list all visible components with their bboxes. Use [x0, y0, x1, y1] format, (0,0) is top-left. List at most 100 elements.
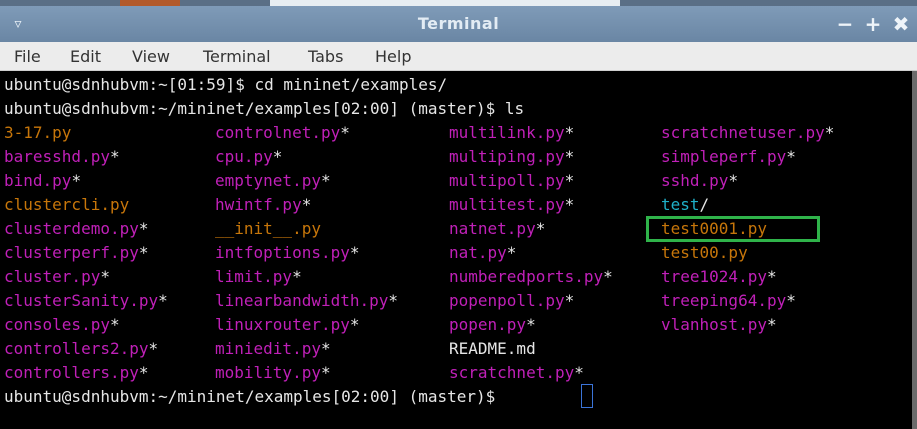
- terminal-output[interactable]: ubuntu@sdnhubvm:~[01:59]$ cd mininet/exa…: [0, 71, 912, 429]
- file-entry: mobility.py*: [215, 361, 331, 385]
- file-name: mobility.py: [215, 363, 321, 382]
- menu-bar: File Edit View Terminal Tabs Help: [0, 42, 917, 71]
- minimize-icon[interactable]: −: [834, 12, 856, 36]
- file-entry: baresshd.py*: [4, 145, 120, 169]
- terminal-line: ubuntu@sdnhubvm:~[01:59]$ cd mininet/exa…: [4, 75, 448, 94]
- file-name: hwintf.py: [215, 195, 302, 214]
- file-type-suffix: *: [388, 291, 399, 310]
- file-name: miniedit.py: [215, 339, 321, 358]
- file-entry: clustercli.py: [4, 193, 129, 217]
- maximize-icon[interactable]: +: [862, 12, 884, 36]
- file-entry: test/: [661, 193, 709, 217]
- file-type-suffix: *: [320, 363, 331, 382]
- scrollbar[interactable]: [912, 71, 917, 429]
- file-name: multiping.py: [449, 147, 565, 166]
- file-entry: linuxrouter.py*: [215, 313, 360, 337]
- file-type-suffix: /: [699, 195, 710, 214]
- file-type-suffix: *: [148, 339, 159, 358]
- file-name: __init__.py: [215, 219, 321, 238]
- file-entry: __init__.py: [215, 217, 321, 241]
- file-type-suffix: *: [564, 195, 575, 214]
- file-name: baresshd.py: [4, 147, 110, 166]
- file-entry: nat.py*: [449, 241, 516, 265]
- file-entry: hwintf.py*: [215, 193, 311, 217]
- file-entry: emptynet.py*: [215, 169, 331, 193]
- file-name: clusterperf.py: [4, 243, 139, 262]
- file-name: sshd.py: [661, 171, 729, 190]
- file-type-suffix: *: [138, 219, 149, 238]
- file-name: scratchnet.py: [449, 363, 575, 382]
- file-entry: limit.py*: [215, 265, 302, 289]
- file-type-suffix: *: [786, 291, 796, 310]
- file-name: controlnet.py: [215, 123, 341, 142]
- file-type-suffix: *: [349, 243, 360, 262]
- file-entry: simpleperf.py*: [661, 145, 796, 169]
- file-type-suffix: *: [320, 339, 331, 358]
- file-type-suffix: *: [535, 219, 546, 238]
- file-type-suffix: *: [301, 195, 312, 214]
- file-name: test00.py: [661, 243, 748, 262]
- file-type-suffix: *: [574, 363, 584, 382]
- file-name: vlanhost.py: [661, 315, 767, 334]
- file-name: README.md: [449, 339, 536, 358]
- file-entry: 3-17.py: [4, 121, 71, 145]
- file-type-suffix: *: [564, 291, 575, 310]
- file-name: popen.py: [449, 315, 527, 334]
- menu-edit[interactable]: Edit: [70, 47, 101, 66]
- file-entry: numberedports.py*: [449, 265, 613, 289]
- terminal-line: ubuntu@sdnhubvm:~/mininet/examples[02:00…: [4, 99, 525, 118]
- file-name: test: [661, 195, 700, 214]
- file-name: linearbandwidth.py: [215, 291, 389, 310]
- file-name: nat.py: [449, 243, 507, 262]
- file-entry: test00.py: [661, 241, 748, 265]
- file-entry: scratchnetuser.py*: [661, 121, 834, 145]
- menu-tabs[interactable]: Tabs: [308, 47, 343, 66]
- close-icon[interactable]: ✖: [890, 12, 912, 36]
- menu-help[interactable]: Help: [375, 47, 411, 66]
- file-entry: controllers.py*: [4, 361, 149, 385]
- file-name: multilink.py: [449, 123, 565, 142]
- file-type-suffix: *: [320, 171, 331, 190]
- file-entry: cluster.py*: [4, 265, 110, 289]
- file-name: clusterSanity.py: [4, 291, 159, 310]
- menu-view[interactable]: View: [132, 47, 170, 66]
- menu-file[interactable]: File: [14, 47, 41, 66]
- file-name: cpu.py: [215, 147, 273, 166]
- file-name: consoles.py: [4, 315, 110, 334]
- file-type-suffix: *: [292, 267, 302, 286]
- file-name: 3-17.py: [4, 123, 72, 142]
- file-type-suffix: *: [158, 291, 168, 310]
- file-type-suffix: *: [526, 315, 536, 334]
- file-entry: natnet.py*: [449, 217, 545, 241]
- file-entry: multiping.py*: [449, 145, 574, 169]
- file-entry: popen.py*: [449, 313, 536, 337]
- file-name: limit.py: [215, 267, 293, 286]
- file-entry: README.md: [449, 337, 536, 361]
- file-name: emptynet.py: [215, 171, 321, 190]
- file-name: bind.py: [4, 171, 72, 190]
- file-entry: sshd.py*: [661, 169, 738, 193]
- file-name: clusterdemo.py: [4, 219, 139, 238]
- file-name: controllers.py: [4, 363, 139, 382]
- file-name: treeping64.py: [661, 291, 787, 310]
- file-entry: controllers2.py*: [4, 337, 158, 361]
- file-type-suffix: *: [603, 267, 613, 286]
- menu-terminal[interactable]: Terminal: [203, 47, 271, 66]
- file-entry: cpu.py*: [215, 145, 282, 169]
- file-entry: bind.py*: [4, 169, 81, 193]
- file-entry: miniedit.py*: [215, 337, 331, 361]
- file-type-suffix: *: [109, 315, 120, 334]
- file-type-suffix: *: [728, 171, 739, 190]
- file-entry: treeping64.py*: [661, 289, 796, 313]
- file-name: scratchnetuser.py: [661, 123, 825, 142]
- window-titlebar[interactable]: ▿ Terminal − + ✖: [0, 6, 917, 42]
- file-name: natnet.py: [449, 219, 536, 238]
- terminal-cursor: [581, 384, 593, 408]
- file-type-suffix: *: [564, 147, 575, 166]
- window-title: Terminal: [417, 14, 500, 33]
- file-entry: tree1024.py*: [661, 265, 777, 289]
- file-entry: clusterdemo.py*: [4, 217, 149, 241]
- file-type-suffix: *: [766, 267, 777, 286]
- file-type-suffix: *: [766, 315, 777, 334]
- file-entry: clusterSanity.py*: [4, 289, 168, 313]
